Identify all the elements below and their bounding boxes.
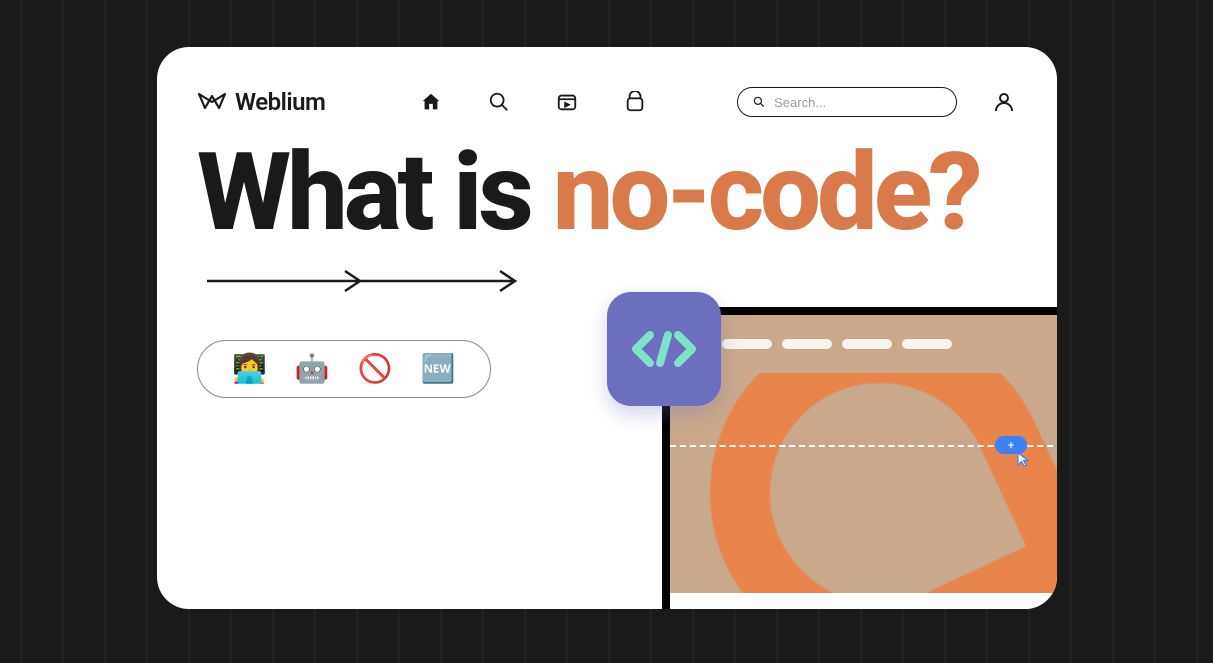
device-canvas: + [670,373,1057,593]
hero-title-accent: no-code? [553,130,979,256]
device-header [670,315,1057,373]
search-input[interactable] [774,95,942,110]
code-icon [628,325,700,373]
home-icon[interactable] [419,90,443,114]
device-mockup: + [662,307,1057,609]
bag-icon[interactable] [623,90,647,114]
content-card: Weblium [157,47,1057,609]
video-icon[interactable] [555,90,579,114]
device-bottom [670,593,1057,609]
add-button-label: + [1008,438,1015,452]
tag-technologist-icon: 👩‍💻 [232,355,267,383]
logo-text: Weblium [235,88,325,116]
nav-pill [782,339,832,349]
user-icon[interactable] [991,89,1017,115]
nav-pill [722,339,772,349]
search-icon[interactable] [487,90,511,114]
code-badge [607,292,721,406]
tag-prohibited-icon: 🚫 [358,355,393,383]
arrows-decoration [157,250,1057,298]
nav-pill [902,339,952,349]
logo-mark-icon [197,87,227,117]
search-bar[interactable] [737,87,957,117]
logo-group[interactable]: Weblium [197,87,325,117]
header: Weblium [157,47,1057,117]
tag-new-icon: 🆕 [421,355,456,383]
hero-title: What is no-code? [157,117,1057,250]
arrow-icon [205,268,525,294]
tag-robot-icon: 🤖 [295,355,330,383]
cursor-icon [1016,451,1032,471]
tags-pill: 👩‍💻 🤖 🚫 🆕 [197,340,491,398]
nav-icons [419,90,647,114]
nav-pill [842,339,892,349]
hero-title-part1: What is [197,130,553,256]
search-input-icon [752,94,766,110]
abstract-shape-orange [670,373,1057,593]
